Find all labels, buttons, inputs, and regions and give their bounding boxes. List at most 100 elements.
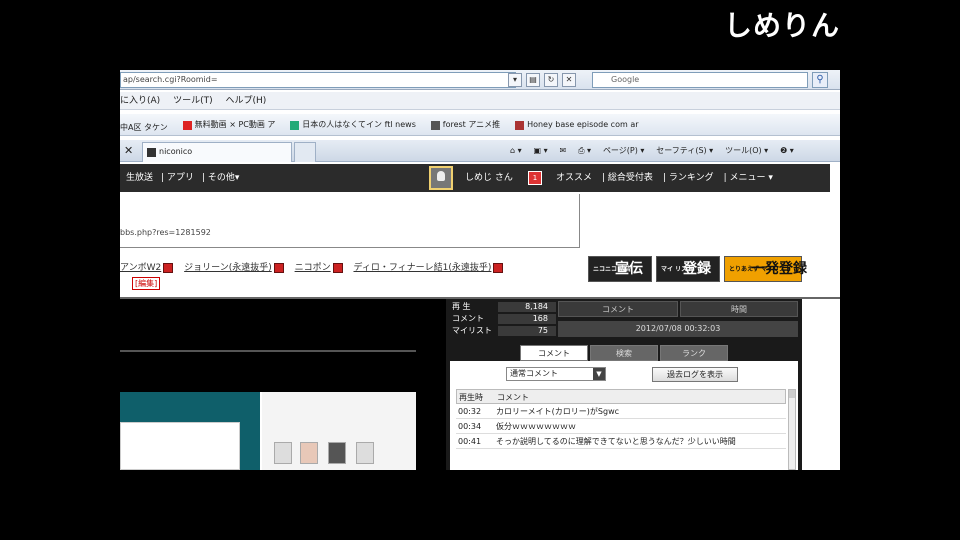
past-log-button[interactable]: 過去ログを表示 xyxy=(652,367,738,382)
niconico-icon xyxy=(147,148,156,157)
column-header[interactable]: コメント xyxy=(497,390,529,403)
favorite-label: 日本の人はなくてイン ftl news xyxy=(302,120,416,129)
address-dropdown-icon[interactable]: ▾ xyxy=(508,73,522,87)
stat-value: 8,184 xyxy=(525,302,548,311)
tab-comments[interactable]: コメント xyxy=(520,345,588,361)
edit-tags-button[interactable]: [編集] xyxy=(132,277,161,290)
browser-screen: ap/search.cgi?Roomid= ▾ ▤ ↻ ✕ Google ⚲ に… xyxy=(120,70,840,470)
ad-small-label: マイ リスト xyxy=(661,265,694,273)
comment-scrollbar[interactable] xyxy=(788,389,796,470)
notification-badge[interactable]: 1 xyxy=(528,171,542,185)
stat-comments: コメント 168 xyxy=(450,313,556,325)
print-icon[interactable]: ⎙ ▾ xyxy=(578,140,591,162)
frame-content xyxy=(120,422,240,470)
page-menu[interactable]: ページ(P) ▾ xyxy=(603,140,644,162)
menu-tools[interactable]: ツール(T) xyxy=(173,92,213,110)
nav-recommend[interactable]: オススメ xyxy=(556,173,592,183)
menu-bar: に入り(A) ツール(T) ヘルプ(H) xyxy=(120,92,840,110)
nav-reception[interactable]: 総合受付表 xyxy=(608,173,653,183)
member-icon xyxy=(356,442,374,464)
tab-niconico[interactable]: niconico xyxy=(142,142,292,162)
post-date: 2012/07/08 00:32:03 xyxy=(558,321,798,337)
home-icon[interactable]: ⌂ ▾ xyxy=(510,140,522,162)
channel-watermark: しめりん xyxy=(723,9,840,42)
user-name[interactable]: しめじ さん xyxy=(465,164,513,192)
nav-live[interactable]: 生放送 xyxy=(126,173,153,183)
table-row[interactable]: 00:41 そっか説明してるのに理解できてないと思うなんだ？少しいい時間 xyxy=(456,434,786,449)
tag-list: アンボW2 ジョリーン(永遠抜乎) ニコポン ディロ・フィナーレ結1(永遠抜乎) xyxy=(120,260,511,273)
favicon-icon xyxy=(515,120,525,130)
tag-link[interactable]: ニコポン xyxy=(295,260,331,273)
video-frame xyxy=(120,392,416,470)
tab-label: niconico xyxy=(159,147,193,156)
nav-apps[interactable]: アプリ xyxy=(167,173,194,183)
tab-rank[interactable]: ランク xyxy=(660,345,728,361)
tag-link[interactable]: ジョリーン(永遠抜乎) xyxy=(184,260,272,273)
member-icon xyxy=(328,442,346,464)
favorite-item[interactable]: forest アニメ推 xyxy=(430,114,501,136)
video-player[interactable] xyxy=(120,299,446,470)
frame-community xyxy=(262,392,416,470)
feeds-icon[interactable]: ▣ ▾ xyxy=(534,140,548,162)
favorite-label: 無料動画 × PC動画 ア xyxy=(194,120,276,129)
comment-type-select[interactable]: 通常コメント ▼ xyxy=(506,367,606,381)
mail-icon[interactable]: ✉ xyxy=(560,140,567,162)
ad-label: 登録 xyxy=(683,261,711,277)
tab-search[interactable]: 検索 xyxy=(590,345,658,361)
favorite-item[interactable]: 無料動画 × PC動画 ア xyxy=(182,114,276,136)
comment-panel: 再 生 8,184 コメント 168 マイリスト 75 コメント 時間 2012/07… xyxy=(446,299,802,470)
nav-ranking[interactable]: ランキング xyxy=(669,173,714,183)
avatar[interactable] xyxy=(429,166,453,190)
stat-mylist: マイリスト 75 xyxy=(450,325,556,337)
close-tab-icon[interactable]: ✕ xyxy=(124,144,136,158)
stat-value: 168 xyxy=(532,314,548,323)
tab-bar: ✕ niconico ⌂ ▾ ▣ ▾ ✉ ⎙ ▾ ページ(P) ▾ セーフティ(… xyxy=(120,140,840,162)
comment-header: コメント xyxy=(558,301,678,317)
mylist-button[interactable]: マイ リスト登録 xyxy=(656,256,720,282)
comment-list-area: 通常コメント ▼ 過去ログを表示 再生時 コメント 00:32 カロリーメイト(… xyxy=(450,361,798,470)
menu-favorites[interactable]: に入り(A) xyxy=(120,92,160,110)
stat-value: 75 xyxy=(537,326,548,335)
favicon-icon xyxy=(290,120,300,130)
tag-link[interactable]: ディロ・フィナーレ結1(永遠抜乎) xyxy=(353,260,491,273)
stop-icon[interactable]: ✕ xyxy=(562,73,576,87)
search-icon[interactable]: ⚲ xyxy=(812,72,828,88)
compat-view-icon[interactable]: ▤ xyxy=(526,73,540,87)
advertise-button[interactable]: ニコニコ 広告宣伝 xyxy=(588,256,652,282)
address-input[interactable]: ap/search.cgi?Roomid= xyxy=(120,72,516,88)
search-input[interactable]: Google xyxy=(592,72,808,88)
comment-time: 00:34 xyxy=(458,422,482,431)
favorite-item[interactable]: Honey base episode com ar xyxy=(515,114,639,136)
nav-menu[interactable]: メニュー ▾ xyxy=(729,173,772,183)
comment-text: 仮分ｗｗｗｗｗｗｗｗ xyxy=(496,422,576,431)
table-row[interactable]: 00:34 仮分ｗｗｗｗｗｗｗｗ xyxy=(456,419,786,434)
chevron-down-icon[interactable]: ▼ xyxy=(593,368,605,380)
description-link[interactable]: bbs.php?res=1281592 xyxy=(120,228,211,237)
ad-small-label: とりあえず マイリスト xyxy=(729,265,792,273)
nav-other[interactable]: その他▾ xyxy=(208,173,240,183)
scroll-up-icon[interactable] xyxy=(789,390,795,398)
help-menu[interactable]: ❷ ▾ xyxy=(780,140,794,162)
tag-lock-icon xyxy=(332,262,343,273)
member-icon xyxy=(274,442,292,464)
refresh-icon[interactable]: ↻ xyxy=(544,73,558,87)
tools-menu[interactable]: ツール(O) ▾ xyxy=(725,140,768,162)
description-box: bbs.php?res=1281592 xyxy=(120,194,580,248)
favorite-item[interactable]: 中A区 タケン xyxy=(120,117,168,139)
tag-link[interactable]: アンボW2 xyxy=(120,260,161,273)
table-row[interactable]: 00:32 カロリーメイト(カロリー)がSgwc xyxy=(456,404,786,419)
stat-key: マイリスト xyxy=(452,326,492,335)
quick-mylist-button[interactable]: とりあえず マイリスト一発登録 xyxy=(724,256,807,282)
menu-help[interactable]: ヘルプ(H) xyxy=(225,92,266,110)
favicon-icon xyxy=(430,120,440,130)
ad-label: 宣伝 xyxy=(615,261,643,277)
column-header[interactable]: 再生時 xyxy=(459,390,489,403)
select-value: 通常コメント xyxy=(510,369,558,378)
favicon-icon xyxy=(182,120,192,130)
new-tab-button[interactable] xyxy=(294,142,316,162)
safety-menu[interactable]: セーフティ(S) ▾ xyxy=(656,140,713,162)
favorite-item[interactable]: 日本の人はなくてイン ftl news xyxy=(290,114,416,136)
time-header: 時間 xyxy=(680,301,798,317)
favorite-label: Honey base episode com ar xyxy=(527,120,639,129)
favorite-label: forest アニメ推 xyxy=(442,120,501,129)
